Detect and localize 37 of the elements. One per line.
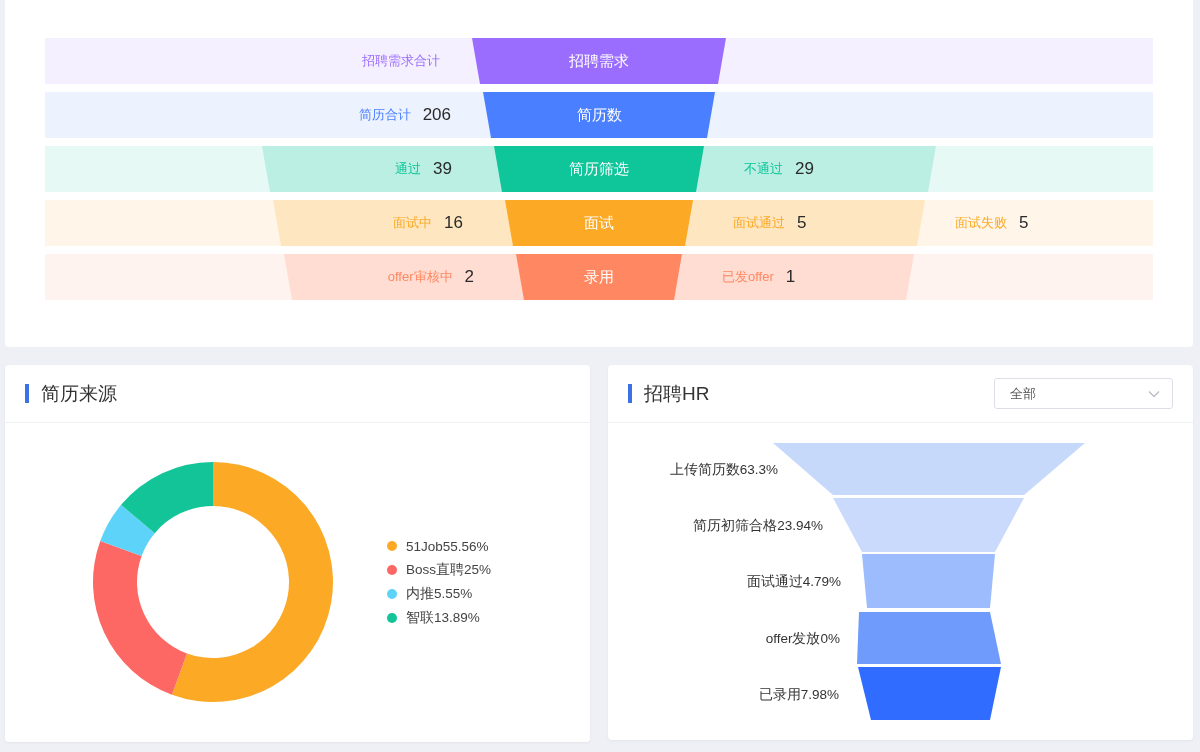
funnel-stage: 简历筛选 bbox=[494, 146, 704, 192]
card-title: 招聘HR bbox=[644, 381, 711, 406]
segment-count: 29 bbox=[795, 159, 814, 179]
segment-label: 已发offer bbox=[722, 268, 774, 286]
segment-count: 2 bbox=[464, 267, 474, 287]
chevron-down-icon bbox=[1148, 389, 1160, 398]
segment-count: 39 bbox=[433, 159, 452, 179]
filter-dropdown[interactable]: 全部 bbox=[994, 378, 1173, 409]
segment-label: 招聘需求合计 bbox=[362, 52, 440, 70]
segment-label: offer审核中 bbox=[387, 268, 453, 286]
legend-label: Boss直聘25% bbox=[406, 561, 492, 579]
segment-count: 1 bbox=[785, 267, 796, 287]
stage-label: offer发放0% bbox=[765, 631, 840, 646]
segment-label: 不通过 bbox=[744, 160, 783, 178]
funnel-stage: 招聘需求 bbox=[472, 38, 726, 84]
title-accent-bar bbox=[628, 384, 632, 403]
funnel-stage: 录用 bbox=[516, 254, 682, 300]
segment-label: 面试失败 bbox=[955, 214, 1007, 232]
legend-label: 51Job55.56% bbox=[406, 538, 489, 554]
title-accent-bar bbox=[25, 384, 29, 403]
segment-count: 16 bbox=[444, 213, 463, 233]
segment-label: 面试通过 bbox=[733, 214, 785, 232]
segment-label: 简历合计 bbox=[358, 106, 411, 124]
segment-count: 206 bbox=[422, 105, 451, 125]
segment-label: 面试中 bbox=[393, 214, 433, 232]
legend-label: 内推5.55% bbox=[406, 585, 473, 603]
segment-count: 5 bbox=[1019, 213, 1029, 233]
legend-label: 智联13.89% bbox=[406, 609, 480, 627]
stage-label: 简历初筛合格23.94% bbox=[693, 518, 823, 533]
funnel-stage: 简历数 bbox=[483, 92, 715, 138]
segment-count: 5 bbox=[797, 213, 807, 233]
stage-label: 面试通过4.79% bbox=[746, 574, 841, 589]
segment-label: 通过 bbox=[395, 160, 422, 178]
card-title: 简历来源 bbox=[41, 381, 118, 406]
stage-label: 上传简历数63.3% bbox=[669, 462, 778, 477]
funnel-stage: 面试 bbox=[505, 200, 693, 246]
stage-label: 已录用7.98% bbox=[758, 687, 839, 702]
